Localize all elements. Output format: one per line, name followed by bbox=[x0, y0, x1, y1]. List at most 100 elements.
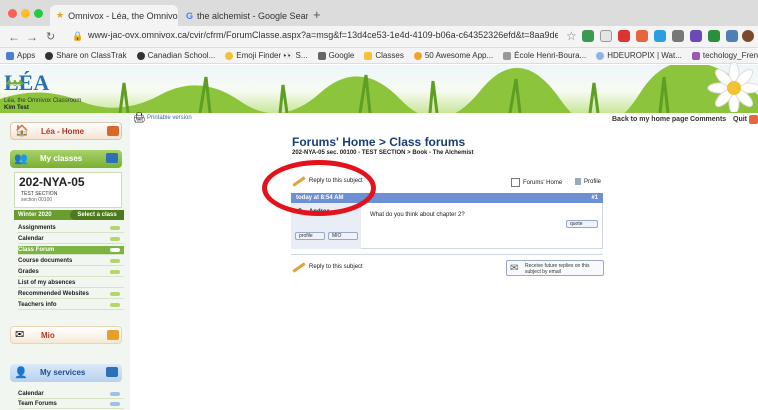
profile-avatar[interactable] bbox=[742, 30, 754, 42]
sidebar-item-absences[interactable]: List of my absences bbox=[18, 279, 124, 288]
globe-icon bbox=[136, 51, 145, 60]
sidebar-item-course-documents[interactable]: Course documents bbox=[18, 257, 124, 266]
arrow-icon bbox=[106, 367, 118, 377]
google-favicon-icon: G bbox=[186, 10, 194, 21]
reply-button-bottom[interactable]: Reply to this subject bbox=[292, 261, 363, 273]
profile-link[interactable]: Profile bbox=[575, 178, 601, 185]
back-home-link[interactable]: Back to my home page bbox=[612, 116, 688, 123]
pencil-icon bbox=[292, 261, 306, 273]
back-arrow-icon[interactable]: ← bbox=[8, 30, 20, 44]
sidebar-item-class-forum[interactable]: Class Forum bbox=[18, 246, 124, 255]
bookmark-awesome-apps[interactable]: 50 Awesome App... bbox=[413, 51, 493, 60]
site-icon bbox=[596, 51, 605, 60]
bookmark-canadian-school[interactable]: Canadian School... bbox=[136, 51, 215, 60]
my-classes-label: My classes bbox=[40, 154, 83, 163]
envelope-person-icon: ✉ bbox=[15, 329, 25, 341]
bookmark-ecole[interactable]: École Henri-Boura... bbox=[503, 51, 586, 60]
extension-icon[interactable] bbox=[726, 30, 738, 42]
bookmark-apps[interactable]: Apps bbox=[6, 51, 35, 60]
bookmark-google[interactable]: Google bbox=[317, 51, 354, 60]
sidebar-header-my-services[interactable]: 👤 My services bbox=[10, 364, 122, 382]
forums-home-link[interactable]: Forums' Home bbox=[511, 178, 562, 187]
user-name: Kim Test bbox=[4, 105, 29, 111]
quit-link[interactable]: Quit bbox=[733, 116, 747, 123]
author-profile-button[interactable]: profile bbox=[295, 232, 325, 240]
extension-icon[interactable] bbox=[636, 30, 648, 42]
minimize-window-button[interactable] bbox=[21, 9, 30, 18]
bookmark-technology-french[interactable]: techology_French bbox=[691, 51, 758, 60]
arrow-icon bbox=[106, 153, 118, 163]
sidebar-item-assignments[interactable]: Assignments bbox=[18, 224, 124, 233]
arrow-icon bbox=[110, 237, 120, 241]
arrow-icon bbox=[110, 402, 120, 406]
divider bbox=[291, 254, 603, 255]
class-card[interactable]: 202-NYA-05 TEST SECTION section 00100 bbox=[14, 172, 122, 208]
bookmark-emoji-finder[interactable]: Emoji Finder 👀 S... bbox=[225, 51, 308, 60]
extension-icon[interactable] bbox=[582, 30, 594, 42]
printable-version-link[interactable]: Printable version bbox=[147, 115, 192, 121]
tab-omnivox[interactable]: ★ Omnivox - Léa, the Omnivox Cl × bbox=[50, 5, 178, 26]
select-class-button[interactable]: Select a class bbox=[70, 210, 124, 220]
comments-link[interactable]: Comments bbox=[690, 116, 726, 123]
bookmarks-bar: Apps Share on ClassTrak Canadian School.… bbox=[0, 48, 758, 64]
bookmark-star-icon[interactable]: ☆ bbox=[566, 29, 577, 43]
bookmark-classtrak[interactable]: Share on ClassTrak bbox=[45, 51, 127, 60]
extension-icon[interactable] bbox=[600, 30, 612, 42]
post-number: #1 bbox=[591, 195, 598, 201]
extension-icon[interactable] bbox=[654, 30, 666, 42]
extension-icon[interactable] bbox=[672, 30, 684, 42]
lock-icon: 🔒 bbox=[72, 31, 84, 41]
tab-google-search[interactable]: G the alchemist - Google Search × bbox=[180, 5, 308, 26]
class-people-icon: 👥 bbox=[14, 153, 28, 165]
mio-label: Mio bbox=[41, 331, 55, 340]
close-window-button[interactable] bbox=[8, 9, 17, 18]
site-icon bbox=[691, 51, 700, 60]
extension-icon[interactable] bbox=[690, 30, 702, 42]
folder-icon bbox=[317, 51, 326, 60]
arrow-icon bbox=[110, 259, 120, 263]
sidebar-item-teachers-info[interactable]: Teachers info bbox=[18, 301, 124, 310]
logo-subtitle: Léa, the Omnivox Classroom bbox=[4, 98, 82, 104]
new-tab-button[interactable]: + bbox=[313, 7, 321, 22]
grass-illustration bbox=[0, 65, 758, 113]
sidebar-item-lea-home[interactable]: 🏠 Léa - Home bbox=[10, 122, 122, 140]
quit-icon[interactable] bbox=[749, 115, 758, 124]
address-bar[interactable]: www-jac-ovx.omnivox.ca/cvir/cfrm/ForumCl… bbox=[88, 30, 558, 44]
sidebar-item-services-calendar[interactable]: Calendar bbox=[18, 390, 124, 399]
printer-icon[interactable]: 🖨 bbox=[133, 113, 146, 124]
post-message: What do you think about chapter 2? bbox=[370, 212, 465, 218]
emoji-icon bbox=[225, 51, 234, 60]
apps-grid-icon bbox=[6, 51, 14, 60]
my-services-label: My services bbox=[40, 368, 86, 377]
arrow-icon bbox=[110, 303, 120, 307]
sidebar-item-team-forums[interactable]: Team Forums bbox=[18, 400, 124, 409]
globe-icon bbox=[45, 51, 54, 60]
sidebar-item-recommended-websites[interactable]: Recommended Websites bbox=[18, 290, 124, 299]
bookmark-hdeuropix[interactable]: HDEUROPIX | Wat... bbox=[596, 51, 682, 60]
term-label: Winter 2020 bbox=[18, 212, 52, 218]
highlight-circle bbox=[262, 160, 376, 216]
arrow-icon bbox=[110, 226, 120, 230]
profile-icon bbox=[575, 178, 581, 185]
extension-icon[interactable] bbox=[618, 30, 630, 42]
forward-arrow-icon[interactable]: → bbox=[26, 30, 38, 44]
breadcrumb[interactable]: 202-NYA-05 sec. 00100 - TEST SECTION > B… bbox=[292, 150, 473, 156]
class-section-number: section 00100 bbox=[21, 197, 53, 203]
bookmark-classes[interactable]: Classes bbox=[364, 51, 404, 60]
sidebar-item-grades[interactable]: Grades bbox=[18, 268, 124, 277]
class-code: 202-NYA-05 bbox=[19, 175, 85, 189]
quote-button[interactable]: quote bbox=[566, 220, 598, 228]
receive-replies-button[interactable]: ✉ Receive future replies on this subject… bbox=[506, 260, 604, 276]
sidebar-item-calendar[interactable]: Calendar bbox=[18, 235, 124, 244]
envelope-icon: ✉ bbox=[510, 263, 519, 274]
home-person-icon: 🏠 bbox=[15, 125, 29, 137]
sidebar-header-my-classes[interactable]: 👥 My classes bbox=[10, 150, 122, 168]
sidebar-header-mio[interactable]: ✉ Mio bbox=[10, 326, 122, 344]
lea-banner bbox=[0, 65, 758, 113]
reload-icon[interactable]: ↻ bbox=[46, 30, 55, 43]
arrow-icon bbox=[110, 392, 120, 396]
extension-icon[interactable] bbox=[708, 30, 720, 42]
people-logo-icon: ♣♣♣ bbox=[6, 78, 24, 89]
author-mio-button[interactable]: MIO bbox=[328, 232, 358, 240]
maximize-window-button[interactable] bbox=[34, 9, 43, 18]
